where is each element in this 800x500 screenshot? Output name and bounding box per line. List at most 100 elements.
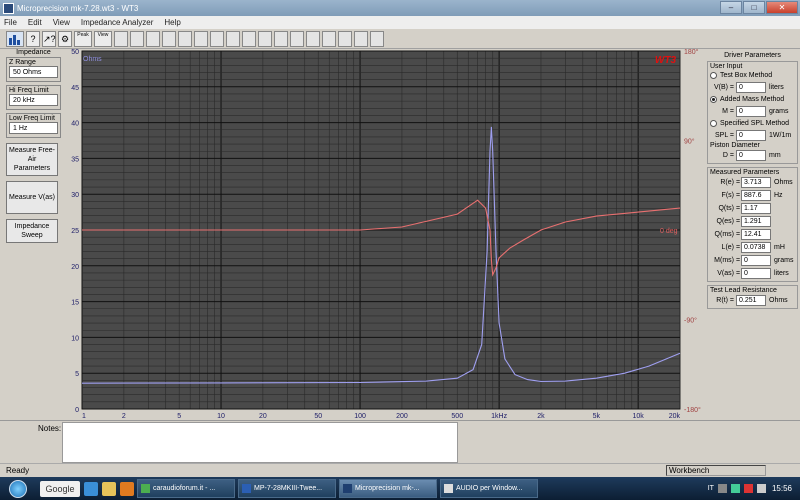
d-field[interactable]: 0 — [736, 150, 766, 161]
test-box-method-radio[interactable]: Test Box Method — [710, 70, 795, 81]
vb-field[interactable]: 0 — [736, 82, 766, 93]
menu-view[interactable]: View — [53, 18, 70, 27]
y-tick-label: 15 — [71, 300, 79, 307]
param-unit: liters — [774, 270, 789, 277]
param-label: F(s) — [721, 192, 734, 199]
m-field[interactable]: 0 — [736, 106, 766, 117]
notes-area: Notes: — [0, 420, 800, 463]
toolbar-slot-button[interactable] — [322, 30, 336, 47]
toolbar-slot-button[interactable] — [146, 30, 160, 47]
toolbar-slot-button[interactable] — [306, 30, 320, 47]
menu-impedance-analyzer[interactable]: Impedance Analyzer — [81, 18, 154, 27]
driver-parameters-title: Driver Parameters — [724, 52, 781, 59]
piston-diameter-label: Piston Diameter — [710, 142, 760, 149]
settings-icon-button[interactable]: ⚙ — [58, 30, 72, 47]
taskbar-item[interactable]: Microprecision mk-... — [339, 479, 437, 498]
param-unit: grams — [774, 257, 794, 264]
param-row: Q(ts) = 1.17 — [710, 202, 795, 215]
view-button[interactable]: View — [94, 30, 112, 47]
toolbar-slot-button[interactable] — [242, 30, 256, 47]
y-tick-label: 40 — [71, 121, 79, 128]
param-value: 1.291 — [741, 216, 771, 227]
specified-spl-method-radio[interactable]: Specified SPL Method — [710, 118, 795, 129]
spl-field[interactable]: 0 — [736, 130, 766, 141]
user-input-group: User Input Test Box Method V(B) = 0 liters… — [707, 61, 798, 164]
low-freq-field[interactable]: 1 Hz — [9, 122, 58, 134]
param-value: 887.6 — [741, 190, 771, 201]
y-tick-label: 10 — [71, 335, 79, 342]
toolbar-slot-button[interactable] — [226, 30, 240, 47]
impedance-sweep-button[interactable]: Impedance Sweep — [6, 219, 58, 243]
ie-icon[interactable] — [84, 481, 98, 496]
window-title: Microprecision mk-7.28.wt3 - WT3 — [17, 3, 139, 13]
toolbar-slot-button[interactable] — [290, 30, 304, 47]
taskbar-item[interactable]: MP-7-28MKIII-Twee... — [238, 479, 336, 498]
help-icon-button[interactable]: ? — [26, 30, 40, 47]
rt-field[interactable]: 0.251 — [736, 295, 766, 306]
menu-help[interactable]: Help — [164, 18, 180, 27]
chrome-icon — [141, 484, 150, 493]
right-panel: Driver Parameters User Input Test Box Me… — [705, 49, 800, 419]
close-button[interactable]: ✕ — [766, 1, 798, 14]
toolbar-slot-button[interactable] — [258, 30, 272, 47]
added-mass-method-radio[interactable]: Added Mass Method — [710, 94, 795, 105]
maximize-button[interactable]: □ — [743, 1, 765, 14]
toolbar-slot-button[interactable] — [162, 30, 176, 47]
measure-vas-button[interactable]: Measure V(as) — [6, 181, 58, 214]
specified-spl-method-label: Specified SPL Method — [720, 120, 790, 127]
toolbar-slot-button[interactable] — [178, 30, 192, 47]
x-tick-label: 500 — [451, 413, 463, 419]
google-toolbar[interactable]: Google — [40, 480, 80, 497]
z-range-field[interactable]: 50 Ohms — [9, 66, 58, 78]
toolbar-slot-button[interactable] — [114, 30, 128, 47]
toolbar-slot-button[interactable] — [354, 30, 368, 47]
antivirus-icon[interactable] — [743, 484, 753, 493]
toolbar-slot-button[interactable] — [274, 30, 288, 47]
toolbar-slot-button[interactable] — [338, 30, 352, 47]
language-indicator[interactable]: IT — [708, 485, 714, 492]
status-bar: Ready Workbench — [0, 463, 800, 477]
toolbar-slot-button[interactable] — [370, 30, 384, 47]
hi-freq-field[interactable]: 20 kHz — [9, 94, 58, 106]
menu-edit[interactable]: Edit — [28, 18, 42, 27]
impedance-plot[interactable]: 0 5 10 15 20 25 30 35 40 45 50 Ohms 180° 90° 0 deg -90°… — [62, 49, 704, 419]
notes-textarea[interactable] — [62, 422, 458, 463]
taskbar-item-label: AUDIO per Window... — [456, 485, 523, 492]
x-tick-label: 10 — [217, 413, 225, 419]
title-bar: Microprecision mk-7.28.wt3 - WT3 – □ ✕ — [0, 0, 800, 16]
x-tick-label: 5 — [177, 413, 181, 419]
chart-icon-button[interactable] — [6, 30, 24, 47]
window-controls: – □ ✕ — [719, 1, 798, 14]
taskbar-item[interactable]: AUDIO per Window... — [440, 479, 538, 498]
param-value: 0 — [741, 255, 771, 266]
start-button[interactable] — [0, 477, 36, 500]
context-help-icon-button[interactable]: ↗? — [42, 30, 56, 47]
toolbar-slot-button[interactable] — [130, 30, 144, 47]
y-tick-label: 45 — [71, 85, 79, 92]
toolbar-slot-button[interactable] — [194, 30, 208, 47]
explorer-icon[interactable] — [102, 481, 116, 496]
x-tick-label: 50 — [314, 413, 322, 419]
network-icon[interactable] — [730, 484, 740, 493]
measure-free-air-button[interactable]: Measure Free-Air Parameters — [6, 143, 58, 176]
radio-off-icon — [710, 120, 717, 127]
param-row: Q(es) = 1.291 — [710, 215, 795, 228]
param-label: Q(ts) — [718, 205, 734, 212]
param-label: R(e) — [720, 179, 734, 186]
taskbar-item[interactable]: caraudioforum.it - ... — [137, 479, 235, 498]
d-unit: mm — [769, 152, 781, 159]
menu-file[interactable]: File — [4, 18, 17, 27]
x-tick-label: 200 — [396, 413, 408, 419]
hi-freq-group: Hi Freq Limit 20 kHz — [6, 85, 61, 110]
peak-button[interactable]: Peak — [74, 30, 92, 47]
test-lead-resistance-title: Test Lead Resistance — [710, 287, 777, 294]
measured-parameters-title: Measured Parameters — [710, 169, 780, 176]
clock[interactable]: 15:56 — [772, 484, 792, 493]
media-player-icon[interactable] — [120, 481, 134, 496]
toolbar-slot-button[interactable] — [210, 30, 224, 47]
volume-icon[interactable] — [756, 484, 766, 493]
arrow-icon[interactable] — [717, 484, 727, 493]
minimize-button[interactable]: – — [720, 1, 742, 14]
low-freq-label: Low Freq Limit — [9, 115, 55, 122]
y-tick-label: 20 — [71, 264, 79, 271]
